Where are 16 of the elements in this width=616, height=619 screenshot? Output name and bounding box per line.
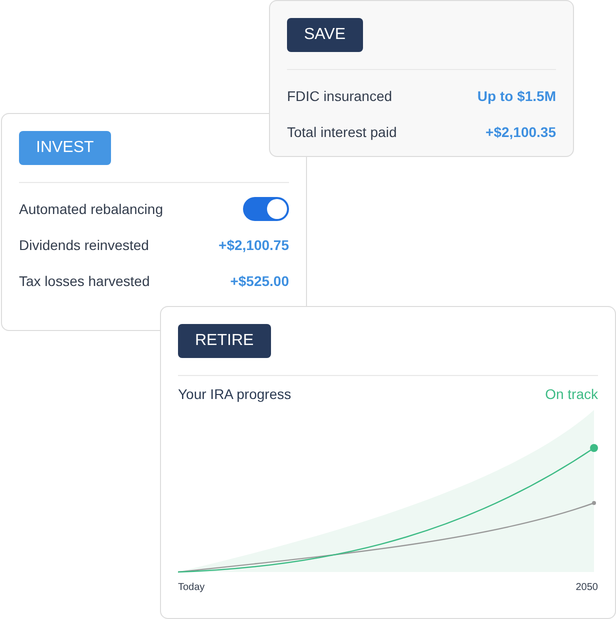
row-value: +$2,100.35 xyxy=(486,124,556,140)
chart-title: Your IRA progress xyxy=(178,386,292,402)
row-label: Total interest paid xyxy=(287,124,397,140)
row-label: Automated rebalancing xyxy=(19,201,163,217)
axis-label: 2050 xyxy=(576,582,598,593)
row-label: FDIC insuranced xyxy=(287,88,392,104)
row-value: +$525.00 xyxy=(230,273,289,289)
row-label: Tax losses harvested xyxy=(19,273,150,289)
tag-button[interactable]: RETIRE xyxy=(178,324,271,358)
row-value: +$2,100.75 xyxy=(218,237,289,253)
status-label: On track xyxy=(545,386,598,402)
toggle-switch[interactable] xyxy=(243,197,289,221)
axis-label: Today xyxy=(178,582,205,593)
row-value: Up to $1.5M xyxy=(477,88,556,104)
row-label: Dividends reinvested xyxy=(19,237,149,253)
tag-button[interactable]: SAVE xyxy=(287,18,362,52)
